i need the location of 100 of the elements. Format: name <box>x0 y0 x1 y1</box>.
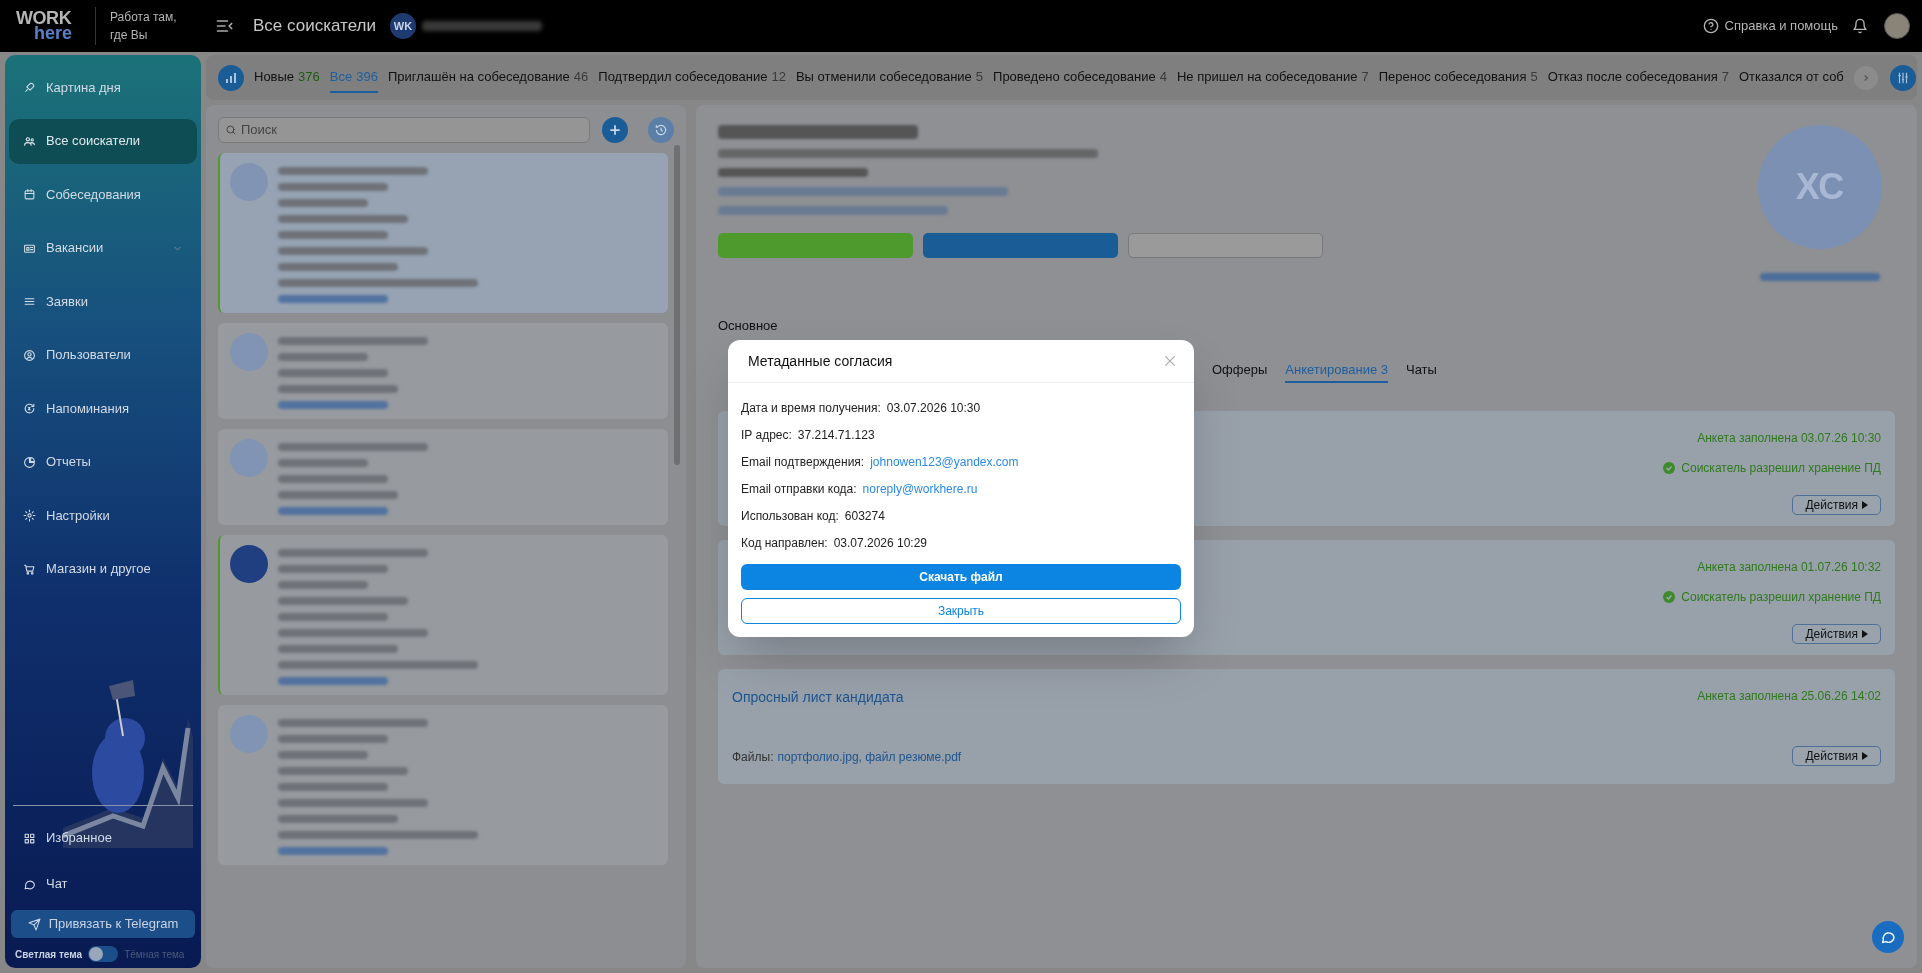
sidebar-item[interactable]: Все соискатели <box>9 118 197 164</box>
org-avatar: WK <box>389 13 416 39</box>
sidebar-item[interactable]: Избранное <box>9 818 197 858</box>
telegram-button[interactable]: Привязать к Telegram <box>11 910 195 938</box>
actions-button[interactable]: Действия <box>1792 495 1881 515</box>
history-button[interactable] <box>648 117 674 143</box>
field-label: Email отправки кода: <box>741 480 857 498</box>
history-icon <box>654 123 669 137</box>
logo: WORK here <box>15 11 74 41</box>
sidebar-item[interactable]: Отчеты <box>9 439 197 485</box>
field-label: Email подтверждения: <box>741 453 865 471</box>
field-value: 03.07.2026 10:29 <box>833 534 928 552</box>
theme-toggle[interactable] <box>88 946 119 962</box>
sidebar-item[interactable]: Напоминания <box>9 386 197 431</box>
paper-plane-icon <box>27 917 41 931</box>
field-value: 603274 <box>844 507 885 525</box>
status-tab[interactable]: Приглашён на собеседование 46 <box>387 61 589 94</box>
stats-button[interactable] <box>218 64 244 91</box>
search-icon <box>225 124 237 136</box>
filter-button[interactable] <box>1889 64 1916 91</box>
plus-icon <box>608 123 623 137</box>
field-label: IP адрес: <box>741 426 792 444</box>
blurred-button[interactable] <box>718 233 913 258</box>
sidebar-item[interactable]: Настройки <box>9 493 197 538</box>
bell-icon <box>1852 18 1868 34</box>
detail-tab[interactable]: Чаты <box>1406 359 1437 383</box>
user-circle-icon <box>23 348 36 362</box>
filled-date: Анкета заполнена 01.07.26 10:32 <box>1697 559 1881 576</box>
filled-date: Анкета заполнена 03.07.26 10:30 <box>1697 430 1881 447</box>
status-tab[interactable]: Не пришел на собеседование 7 <box>1176 61 1369 94</box>
field-value: 37.214.71.123 <box>797 426 875 444</box>
caret-icon <box>1862 501 1868 509</box>
candidate-card[interactable] <box>218 429 668 525</box>
search-input[interactable]: Поиск <box>241 120 584 140</box>
status-tab[interactable]: Вы отменили собеседование 5 <box>795 61 984 94</box>
check-circle-icon <box>1663 462 1676 474</box>
candidate-card[interactable] <box>218 705 668 865</box>
theme-label: Тёмная тема <box>124 947 185 962</box>
caret-icon <box>1862 630 1868 638</box>
sliders-icon <box>1895 70 1910 85</box>
dialog-title: Метаданные согласия <box>748 351 893 371</box>
field-value: 03.07.2026 10:30 <box>886 399 981 417</box>
sidebar-item[interactable]: Заявки <box>9 279 197 324</box>
help-icon <box>1702 18 1719 34</box>
consent-status: Соискатель разрешил хранение ПД <box>1681 460 1881 477</box>
status-tab[interactable]: Перенос собеседования 5 <box>1378 61 1538 94</box>
candidate-card[interactable] <box>218 535 668 695</box>
status-tab[interactable]: Проведено собеседование 4 <box>993 61 1167 94</box>
download-button[interactable]: Скачать файл <box>741 564 1181 590</box>
clock-icon <box>23 402 36 415</box>
user-avatar[interactable] <box>1884 13 1910 39</box>
chat-icon <box>1880 929 1896 945</box>
candidate-card[interactable] <box>218 153 668 313</box>
file-links[interactable]: портфолио.jpg, файл резюме.pdf <box>777 748 962 766</box>
filled-date: Анкета заполнена 25.06.26 14:02 <box>1697 688 1881 705</box>
email-link[interactable]: noreply@workhere.ru <box>862 479 978 498</box>
field-label: Дата и время получения: <box>741 399 881 417</box>
page-title: Все соискатели <box>253 15 376 38</box>
blurred-button[interactable] <box>923 233 1118 258</box>
status-tab[interactable]: Новые 376 <box>254 61 320 94</box>
gear-icon <box>23 509 36 522</box>
close-button[interactable] <box>1162 353 1178 369</box>
section-title: Основное <box>718 317 779 335</box>
search-field[interactable]: Поиск <box>218 117 591 143</box>
sidebar-item[interactable]: Пользователи <box>9 332 197 378</box>
blurred-button[interactable] <box>1128 233 1323 258</box>
people-icon <box>23 134 36 148</box>
files-label: Файлы: <box>732 749 774 766</box>
field-label: Код направлен: <box>741 534 828 552</box>
calendar-icon <box>23 188 36 201</box>
cart-icon <box>23 562 36 576</box>
survey-title-link[interactable]: Опросный лист кандидата <box>732 687 1698 708</box>
check-circle-icon <box>1663 591 1676 603</box>
add-button[interactable] <box>602 117 629 143</box>
detail-tab[interactable]: Офферы <box>1212 359 1268 383</box>
field-label: Использован код: <box>741 507 839 525</box>
chat-icon <box>23 877 36 891</box>
close-icon <box>1163 354 1177 368</box>
sidebar-item[interactable]: Магазин и другое <box>9 546 197 592</box>
help-link[interactable]: Справка и помощь <box>1724 16 1838 36</box>
slogan: Работа там, где Вы <box>109 9 178 44</box>
consent-status: Соискатель разрешил хранение ПД <box>1681 589 1881 606</box>
sidebar-item[interactable]: Собеседования <box>9 172 197 217</box>
theme-label: Светлая тема <box>15 947 83 962</box>
status-tab[interactable]: Отказался от соб <box>1738 61 1844 94</box>
sidebar-item[interactable]: Картина дня <box>9 65 197 110</box>
bar-chart-icon <box>225 71 237 84</box>
status-tab[interactable]: Подтвердил собеседование 12 <box>598 61 786 94</box>
actions-button[interactable]: Действия <box>1792 624 1881 644</box>
email-link[interactable]: johnowen123@yandex.com <box>870 452 1019 471</box>
sidebar-item[interactable]: Чат <box>9 864 197 904</box>
list-icon <box>23 295 36 308</box>
status-tab[interactable]: Отказ после собеседования 7 <box>1547 61 1729 94</box>
pie-chart-icon <box>23 455 36 469</box>
sidebar-item[interactable]: Вакансии <box>9 225 197 271</box>
close-dialog-button[interactable]: Закрыть <box>741 598 1181 624</box>
candidate-card[interactable] <box>218 323 668 419</box>
grid-icon <box>23 831 36 845</box>
scroll-right-button[interactable] <box>1853 65 1878 90</box>
actions-button[interactable]: Действия <box>1792 745 1881 766</box>
